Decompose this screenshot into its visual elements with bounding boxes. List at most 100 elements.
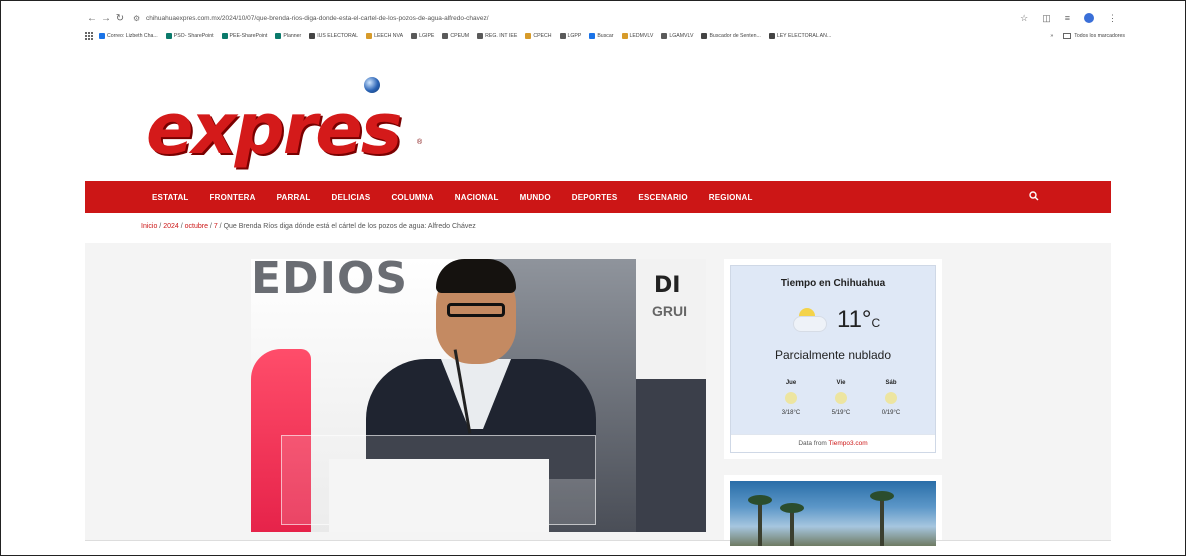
bookmark-label: Planner — [283, 33, 302, 39]
forecast-day: Sáb 0/19°C — [871, 380, 911, 416]
breadcrumb-month[interactable]: octubre — [185, 223, 208, 230]
bookmark-favicon-icon — [99, 33, 105, 39]
nav-item[interactable]: COLUMNA — [391, 193, 433, 202]
forecast-day-name: Vie — [836, 380, 846, 386]
breadcrumb: Inicio / 2024 / octubre / 7 / Que Brenda… — [141, 223, 476, 230]
forecast-range: 5/19°C — [831, 410, 851, 416]
bookmark-item[interactable]: LEY ELECTORAL AN... — [768, 33, 832, 39]
divider — [85, 540, 1111, 541]
bookmark-label: CPECH — [533, 33, 552, 39]
bookmark-item[interactable]: Correo: Lizbeth Cha... — [99, 33, 158, 39]
bookmark-item[interactable]: PSO- SharePoint — [165, 33, 214, 39]
partly-cloudy-icon — [793, 308, 827, 332]
bookmark-item[interactable]: CPECH — [525, 33, 552, 39]
folder-icon — [1063, 33, 1072, 39]
main-navigation: ESTATAL FRONTERA PARRAL DELICIAS COLUMNA NACI… — [85, 181, 1111, 213]
palm-tree — [880, 494, 884, 546]
star-icon[interactable]: ☆ — [1020, 13, 1028, 24]
bookmark-item[interactable]: IUS ELECTORAL — [309, 33, 358, 39]
weather-footer: Data from Tiempo3.com — [731, 434, 935, 452]
bookmark-item[interactable]: PEE-SharePoint — [221, 33, 268, 39]
bookmark-favicon-icon — [661, 33, 668, 39]
nav-item[interactable]: MUNDO — [520, 193, 551, 202]
all-bookmarks[interactable]: Todos los marcadores — [1074, 33, 1125, 39]
bookmark-item[interactable]: LEDMVLV — [621, 33, 654, 39]
palm-leaves — [870, 491, 894, 501]
bookmark-item[interactable]: Buscar — [589, 33, 614, 39]
palm-leaves — [748, 495, 772, 505]
bookmark-label: LEDMVLV — [629, 33, 654, 39]
photo-podium — [329, 459, 549, 532]
more-bookmarks[interactable]: » — [1050, 33, 1053, 39]
weather-forecast: Jue 3/18°C Vie 5/19°C Sáb 0/19°C — [771, 380, 911, 416]
profile-avatar[interactable] — [1084, 12, 1094, 23]
weather-footer-text: Data from — [798, 440, 829, 447]
registered-mark: ® — [417, 139, 423, 146]
forecast-day: Vie 5/19°C — [821, 380, 861, 416]
bookmark-label: LEY ELECTORAL AN... — [776, 33, 832, 39]
forecast-day-name: Sáb — [885, 380, 897, 386]
bookmark-label: LEECH NVA — [374, 33, 404, 39]
weather-widget: Tiempo en Chihuahua 11°C Parcialmente nu… — [724, 259, 942, 459]
bookmarks-bar: Correo: Lizbeth Cha... PSO- SharePoint PEE… — [85, 29, 1125, 43]
weather-unit: C — [871, 316, 881, 330]
breadcrumb-inicio[interactable]: Inicio — [141, 223, 157, 230]
nav-item[interactable]: FRONTERA — [210, 193, 256, 202]
bookmark-label: CPEUM — [450, 33, 470, 39]
logo-text: expres — [146, 88, 402, 170]
weather-condition: Parcialmente nublado — [774, 348, 892, 362]
bookmark-item[interactable]: Planner — [275, 33, 301, 39]
nav-item[interactable]: ESTATAL — [152, 193, 189, 202]
bookmark-item[interactable]: LGAMVLV — [661, 33, 693, 39]
bookmark-item[interactable]: LGPP — [559, 33, 582, 39]
bookmark-favicon-icon — [165, 33, 172, 39]
reload-icon[interactable]: ↻ — [113, 13, 127, 24]
weather-temperature: 11°C — [837, 306, 880, 334]
site-info-icon[interactable]: ⚙ — [133, 14, 143, 23]
search-icon[interactable] — [1029, 191, 1039, 201]
forward-icon[interactable]: → — [99, 13, 113, 24]
bookmark-label: Correo: Lizbeth Cha... — [107, 33, 158, 39]
bookmark-label: Buscador de Senten... — [709, 33, 761, 39]
bookmark-label: Buscar — [597, 33, 614, 39]
bookmark-item[interactable]: CPEUM — [442, 33, 469, 39]
nav-item[interactable]: DEPORTES — [572, 193, 618, 202]
nav-item[interactable]: DELICIAS — [332, 193, 371, 202]
bookmark-item[interactable]: REG. INT IEE — [477, 33, 517, 39]
weather-footer-link[interactable]: Tiempo3.com — [829, 440, 868, 447]
forecast-range: 3/18°C — [781, 410, 801, 416]
bookmark-favicon-icon — [366, 33, 373, 39]
breadcrumb-year[interactable]: 2024 — [163, 223, 179, 230]
article-photo[interactable]: EDIOS DI GRUI — [251, 259, 706, 532]
address-bar[interactable]: ⚙ chihuahuaexpres.com.mx/2024/10/07/que-… — [133, 14, 1020, 23]
nav-item[interactable]: NACIONAL — [455, 193, 499, 202]
bookmark-item[interactable]: LGIPE — [411, 33, 434, 39]
bookmark-label: LGIPE — [419, 33, 435, 39]
menu-icon[interactable]: ⋮ — [1108, 13, 1117, 24]
apps-icon[interactable] — [85, 32, 93, 40]
bookmark-favicon-icon — [221, 33, 228, 39]
extensions-icon[interactable]: ◫ — [1042, 13, 1051, 24]
sidebar-image[interactable] — [724, 475, 942, 546]
bookmark-label: PSO- SharePoint — [173, 33, 214, 39]
bookmark-label: PEE-SharePoint — [229, 33, 268, 39]
photo-speaker-hair — [436, 259, 516, 293]
nav-item[interactable]: PARRAL — [277, 193, 311, 202]
weather-panel: Tiempo en Chihuahua 11°C Parcialmente nu… — [730, 265, 936, 453]
weather-temp-value: 11 — [837, 306, 862, 333]
back-icon[interactable]: ← — [85, 13, 99, 24]
nav-item[interactable]: ESCENARIO — [638, 193, 687, 202]
sun-icon — [785, 392, 797, 404]
bookmark-item[interactable]: LEECH NVA — [366, 33, 403, 39]
bookmark-favicon-icon — [589, 33, 596, 39]
bookmark-favicon-icon — [701, 33, 708, 39]
bookmark-label: LGPP — [567, 33, 582, 39]
bookmark-item[interactable]: Buscador de Senten... — [701, 33, 761, 39]
browser-window: ← → ↻ ⚙ chihuahuaexpres.com.mx/2024/10/0… — [0, 0, 1186, 556]
url-text[interactable]: chihuahuaexpres.com.mx/2024/10/07/que-br… — [146, 15, 489, 22]
media-icon[interactable]: ≡ — [1065, 13, 1070, 24]
site-logo[interactable]: expres — [146, 77, 436, 170]
photo-glasses — [447, 303, 505, 317]
weather-degree: ° — [861, 306, 872, 333]
nav-item[interactable]: REGIONAL — [709, 193, 753, 202]
